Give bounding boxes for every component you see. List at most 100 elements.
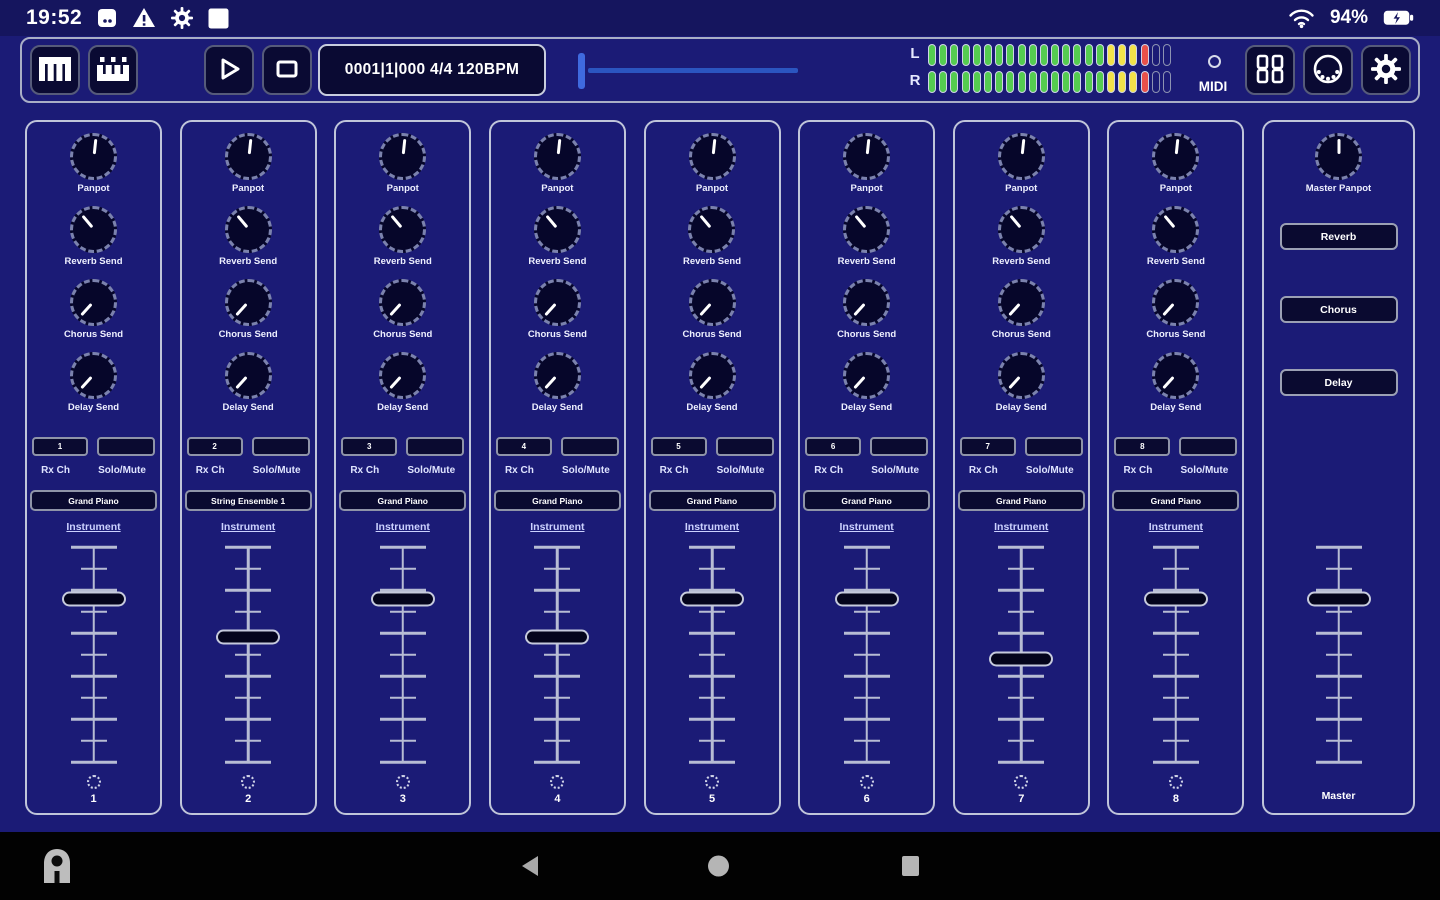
delay-send-knob[interactable] bbox=[224, 352, 272, 399]
meter-segment bbox=[950, 44, 959, 66]
back-button[interactable] bbox=[518, 854, 540, 878]
delay-send-knob[interactable] bbox=[843, 352, 891, 399]
chorus-send-knob[interactable] bbox=[224, 279, 272, 326]
fader-tick bbox=[998, 760, 1045, 764]
delay-send-knob[interactable] bbox=[997, 352, 1045, 399]
volume-fader[interactable] bbox=[182, 545, 315, 764]
solo-mute-button[interactable] bbox=[406, 437, 465, 456]
play-button[interactable] bbox=[204, 45, 254, 95]
fader-handle[interactable] bbox=[989, 651, 1054, 667]
rx-ch-value: 6 bbox=[830, 442, 836, 451]
stop-button[interactable] bbox=[262, 45, 312, 95]
rx-ch-button[interactable]: 4 bbox=[495, 437, 552, 456]
instrument-button[interactable]: Grand Piano bbox=[493, 490, 621, 511]
instrument-button[interactable]: Grand Piano bbox=[803, 490, 931, 511]
volume-fader[interactable] bbox=[955, 545, 1088, 764]
volume-fader[interactable] bbox=[336, 545, 469, 764]
instrument-button[interactable]: Grand Piano bbox=[1112, 490, 1240, 511]
master-panpot-knob[interactable] bbox=[1315, 133, 1362, 180]
volume-fader[interactable] bbox=[800, 545, 933, 764]
instrument-button[interactable]: Grand Piano bbox=[648, 490, 776, 511]
recents-button[interactable] bbox=[902, 856, 919, 876]
instrument-name: Grand Piano bbox=[532, 495, 583, 506]
panpot-knob[interactable] bbox=[843, 133, 891, 180]
panpot-knob[interactable] bbox=[70, 133, 117, 180]
volume-fader[interactable] bbox=[1109, 545, 1242, 764]
reverb-send-knob[interactable] bbox=[224, 206, 272, 253]
rx-ch-button[interactable]: 6 bbox=[805, 437, 862, 456]
fader-handle[interactable] bbox=[680, 591, 744, 607]
chorus-send-knob[interactable] bbox=[533, 279, 581, 326]
solo-mute-button[interactable] bbox=[97, 437, 155, 456]
panpot-knob[interactable] bbox=[224, 133, 272, 180]
delay-send-knob[interactable] bbox=[70, 352, 117, 399]
reverb-send-knob[interactable] bbox=[69, 206, 117, 253]
delay-send-knob[interactable] bbox=[379, 352, 427, 399]
solo-mute-button[interactable] bbox=[715, 437, 774, 456]
instrument-button[interactable]: Grand Piano bbox=[30, 490, 157, 511]
instrument-label: Instrument bbox=[839, 521, 894, 533]
solo-mute-button[interactable] bbox=[560, 437, 619, 456]
reverb-send-knob[interactable] bbox=[688, 206, 736, 253]
instrument-button[interactable]: Grand Piano bbox=[339, 490, 467, 511]
fader-handle[interactable] bbox=[61, 591, 126, 607]
solo-mute-button[interactable] bbox=[870, 437, 929, 456]
reverb-send-knob[interactable] bbox=[379, 206, 427, 253]
fader-tick bbox=[1152, 717, 1199, 721]
volume-fader[interactable] bbox=[27, 545, 160, 764]
launcher-icon[interactable] bbox=[40, 847, 74, 885]
panpot-knob[interactable] bbox=[997, 133, 1045, 180]
delay-send-knob[interactable] bbox=[688, 352, 736, 399]
instrument-button[interactable]: String Ensemble 1 bbox=[184, 490, 312, 511]
fader-handle[interactable] bbox=[834, 591, 899, 607]
delay-send-knob[interactable] bbox=[533, 352, 581, 399]
pads-button[interactable] bbox=[88, 45, 138, 95]
delay-send-knob[interactable] bbox=[1152, 352, 1200, 399]
settings-button[interactable] bbox=[1361, 45, 1411, 95]
chorus-send-knob[interactable] bbox=[1152, 279, 1200, 326]
master-panpot-label: Master Panpot bbox=[1305, 183, 1372, 194]
fader-handle[interactable] bbox=[216, 629, 281, 645]
chorus-send-knob[interactable] bbox=[688, 279, 736, 326]
meter-segment bbox=[1140, 71, 1149, 93]
chorus-button[interactable]: Chorus bbox=[1279, 296, 1398, 323]
reverb-send-knob[interactable] bbox=[997, 206, 1045, 253]
solo-mute-button[interactable] bbox=[251, 437, 310, 456]
fader-handle[interactable] bbox=[525, 629, 590, 645]
progress-bar[interactable] bbox=[588, 68, 798, 73]
volume-fader[interactable] bbox=[646, 545, 779, 764]
rx-ch-button[interactable]: 7 bbox=[959, 437, 1016, 456]
fader-handle[interactable] bbox=[1143, 591, 1208, 607]
chorus-send-knob[interactable] bbox=[843, 279, 891, 326]
panpot-knob[interactable] bbox=[379, 133, 427, 180]
progress-thumb[interactable] bbox=[578, 53, 585, 89]
knob-pointer bbox=[1174, 138, 1180, 155]
rx-ch-button[interactable]: 8 bbox=[1114, 437, 1171, 456]
midi-connect-button[interactable] bbox=[1303, 45, 1353, 95]
reverb-send-knob[interactable] bbox=[1152, 206, 1200, 253]
rx-ch-button[interactable]: 5 bbox=[650, 437, 707, 456]
reverb-send-knob[interactable] bbox=[533, 206, 581, 253]
panpot-knob[interactable] bbox=[533, 133, 581, 180]
chorus-send-knob[interactable] bbox=[379, 279, 427, 326]
rx-ch-button[interactable]: 3 bbox=[341, 437, 398, 456]
volume-fader[interactable] bbox=[491, 545, 624, 764]
chorus-send-knob[interactable] bbox=[997, 279, 1045, 326]
instrument-button[interactable]: Grand Piano bbox=[957, 490, 1085, 511]
fader-handle[interactable] bbox=[370, 591, 435, 607]
rx-ch-button[interactable]: 2 bbox=[186, 437, 243, 456]
solo-mute-button[interactable] bbox=[1179, 437, 1238, 456]
fader-handle[interactable] bbox=[1306, 591, 1371, 607]
solo-mute-button[interactable] bbox=[1024, 437, 1083, 456]
reverb-button[interactable]: Reverb bbox=[1279, 223, 1398, 250]
chorus-send-knob[interactable] bbox=[70, 279, 117, 326]
master-fader[interactable] bbox=[1264, 545, 1413, 764]
rx-ch-button[interactable]: 1 bbox=[32, 437, 88, 456]
keyboard-button[interactable] bbox=[30, 45, 80, 95]
reverb-send-knob[interactable] bbox=[843, 206, 891, 253]
delay-button[interactable]: Delay bbox=[1279, 369, 1398, 396]
grid-button[interactable] bbox=[1245, 45, 1295, 95]
home-button[interactable] bbox=[708, 855, 729, 877]
panpot-knob[interactable] bbox=[688, 133, 736, 180]
panpot-knob[interactable] bbox=[1152, 133, 1200, 180]
